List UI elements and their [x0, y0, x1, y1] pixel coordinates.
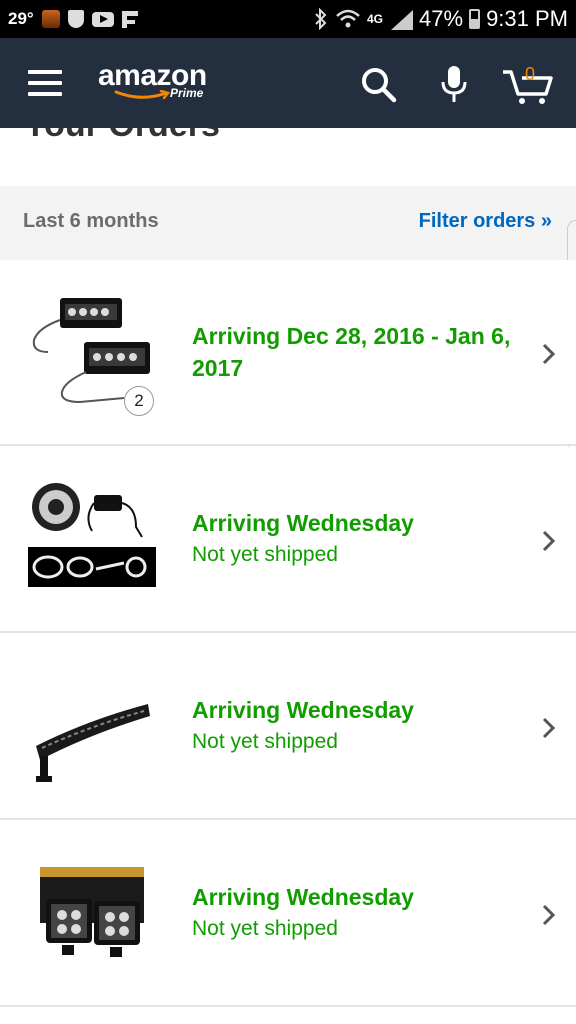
bluetooth-icon: [315, 8, 327, 30]
page: 29° 4G 47% 9:31 PM amazon Prime 0 Last 6…: [0, 0, 576, 1024]
chevron-right-icon[interactable]: [540, 903, 558, 927]
time-period-label: Last 6 months: [23, 210, 159, 232]
chevron-right-icon[interactable]: [540, 342, 558, 366]
order-details: Arriving Wednesday Not yet shipped: [192, 881, 532, 944]
shipping-status: Not yet shipped: [192, 543, 338, 566]
arrival-text: Arriving Wednesday: [192, 510, 414, 536]
filter-bar: Last 6 months Filter orders »: [0, 186, 576, 260]
search-icon[interactable]: [356, 62, 400, 106]
signal-icon: [389, 8, 414, 30]
product-image: [28, 483, 156, 587]
menu-icon[interactable]: [28, 70, 62, 96]
order-details: Arriving Wednesday Not yet shipped: [192, 507, 532, 570]
product-image: [36, 704, 150, 782]
shipping-status: Not yet shipped: [192, 730, 338, 753]
order-item[interactable]: Arriving Wednesday Not yet shipped: [0, 634, 576, 820]
amazon-logo[interactable]: amazon Prime: [98, 60, 207, 101]
arrival-text: Arriving Wednesday: [192, 884, 414, 910]
cart-button[interactable]: 0: [500, 62, 556, 106]
order-details: Arriving Dec 28, 2016 - Jan 6, 2017: [192, 320, 532, 384]
microphone-icon[interactable]: [432, 62, 476, 106]
order-item[interactable]: Arriving Wednesday Not yet shipped: [0, 821, 576, 1007]
shipping-status: Not yet shipped: [192, 917, 338, 940]
chevron-right-icon[interactable]: [540, 716, 558, 740]
status-bar: 29° 4G 47% 9:31 PM: [0, 0, 576, 38]
youtube-icon: [91, 11, 114, 27]
battery-icon: [469, 9, 481, 29]
filter-orders-link[interactable]: Filter orders »: [419, 210, 552, 233]
temperature-text: 29°: [8, 9, 34, 28]
order-item[interactable]: Arriving Dec 28, 2016 - Jan 6, 2017: [0, 260, 576, 446]
order-item[interactable]: Arriving Wednesday Not yet shipped: [0, 447, 576, 633]
status-right: 4G 47% 9:31 PM: [313, 6, 568, 32]
smile-icon: [114, 90, 170, 100]
prime-label: Prime: [170, 86, 204, 100]
team-logo-icon: [41, 10, 60, 28]
flipboard-icon: [121, 10, 138, 28]
chevron-right-icon[interactable]: [540, 529, 558, 553]
wifi-icon: [336, 9, 360, 28]
product-image: [40, 867, 144, 957]
app-header: amazon Prime 0: [0, 38, 576, 128]
cart-count: 0: [525, 64, 536, 84]
order-details: Arriving Wednesday Not yet shipped: [192, 694, 532, 757]
status-left: 29°: [8, 9, 138, 29]
page-title-area: Your Orders: [0, 128, 576, 186]
arrival-text: Arriving Wednesday: [192, 697, 414, 723]
nfl-icon: [67, 10, 84, 28]
network-type-text: 4G: [367, 12, 384, 26]
page-title: Your Orders: [24, 128, 220, 145]
quantity-badge: 2: [124, 386, 154, 416]
battery-percent: 47%: [419, 6, 464, 31]
clock-text: 9:31 PM: [486, 6, 568, 31]
arrival-text: Arriving Dec 28, 2016 - Jan 6, 2017: [192, 323, 511, 381]
